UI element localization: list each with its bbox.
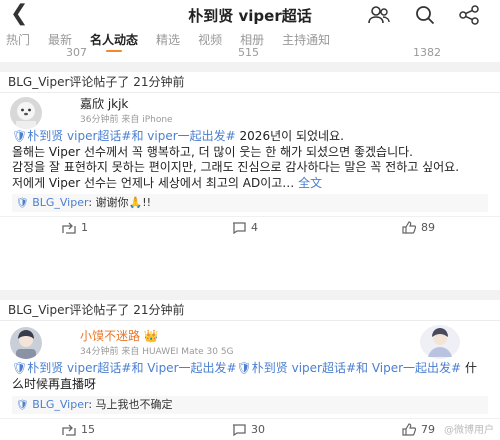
tab-latest[interactable]: 最新	[48, 31, 72, 49]
post-text-1: 2026년이 되었네요.	[235, 129, 344, 143]
previous-post-stats: 307 515 1382	[0, 48, 500, 62]
repost-icon	[62, 424, 76, 436]
post-text-2: 올해는 Viper 선수께서 꼭 행복하고, 더 많이 웃는 한 해가 되셨으면…	[12, 144, 413, 159]
post-meta: 34分钟前 来自 HUAWEI Mate 30 5G	[80, 347, 234, 357]
post-header: BLG_Viper评论帖子了 21分钟前	[8, 303, 185, 317]
reply-shield-icon: 🛡	[16, 198, 29, 209]
prev-comment-count: 515	[238, 48, 259, 59]
like-count: 89	[421, 221, 435, 234]
comment-icon	[233, 221, 246, 234]
comment-count: 30	[251, 423, 265, 436]
post-meta: 36分钟前 来自 iPhone	[80, 115, 173, 125]
topic-tag[interactable]: 🛡朴到贤 viper超话#和 Viper一起出发#🛡朴到贤 viper超话#和 …	[12, 361, 461, 375]
read-more-link[interactable]: 全文	[298, 176, 322, 190]
reply-box[interactable]: 🛡 BLG_Viper: 谢谢你🙏!!	[12, 194, 488, 212]
reply-box[interactable]: 🛡 BLG_Viper: 马上我也不确定	[12, 396, 488, 414]
like-count: 79	[421, 423, 435, 436]
watermark: @微博用户	[444, 425, 494, 436]
share-button[interactable]: 1	[62, 221, 88, 234]
like-button[interactable]: 79	[402, 423, 435, 436]
like-button[interactable]: 89	[402, 221, 435, 234]
action-bar: 15 30 79	[0, 418, 500, 440]
tab-album[interactable]: 相册	[240, 31, 264, 49]
reply-author[interactable]: BLG_Viper	[32, 398, 88, 411]
post-text-4: 저에게 Viper 선수는 언제나 세상에서 최고의 AD이고…	[12, 175, 299, 190]
reply-author[interactable]: BLG_Viper	[32, 196, 88, 209]
reply-shield-icon: 🛡	[16, 400, 29, 411]
post-card[interactable]: BLG_Viper评论帖子了 21分钟前 嘉欣 jkjk 36分钟前 来自 iP…	[0, 72, 500, 290]
search-icon[interactable]	[414, 4, 436, 26]
user-name[interactable]: 小馍不迷路 👑	[80, 327, 159, 344]
user-row: 嘉欣 jkjk 36分钟前 来自 iPhone	[0, 93, 500, 129]
tab-video[interactable]: 视频	[198, 31, 222, 49]
prev-like-count: 1382	[413, 48, 441, 59]
topic-tag[interactable]: 🛡朴到贤 viper超话#和 viper一起出发#	[12, 129, 236, 143]
post-header: BLG_Viper评论帖子了 21分钟前	[8, 75, 185, 89]
prev-share-count: 307	[66, 48, 87, 59]
decoration-card-icon	[420, 325, 460, 359]
section-gap	[0, 290, 500, 300]
top-bar: ❮ 朴到贤 viper超话	[0, 0, 500, 30]
reply-text: : 谢谢你🙏!!	[88, 196, 152, 209]
post-body: 🛡朴到贤 viper超话#和 viper一起出发# 2026년이 되었네요. 올…	[0, 129, 500, 191]
avatar[interactable]	[10, 327, 42, 359]
share-count: 1	[81, 221, 88, 234]
thumbs-up-icon	[402, 221, 416, 234]
share-icon[interactable]	[458, 4, 480, 26]
tab-hot[interactable]: 热门	[6, 31, 30, 49]
comment-icon	[233, 423, 246, 436]
repost-icon	[62, 222, 76, 234]
action-bar: 1 4 89	[0, 216, 500, 238]
share-count: 15	[81, 423, 95, 436]
comment-count: 4	[251, 221, 258, 234]
post-card[interactable]: BLG_Viper评论帖子了 21分钟前 小馍不迷路 👑 34分钟前 来自 HU…	[0, 300, 500, 440]
comment-button[interactable]: 4	[232, 221, 258, 234]
avatar[interactable]	[10, 97, 42, 129]
thumbs-up-icon	[402, 423, 416, 436]
people-icon[interactable]	[368, 4, 390, 26]
tab-celebrity[interactable]: 名人动态	[90, 31, 138, 52]
comment-button[interactable]: 30	[232, 423, 265, 436]
user-row: 小馍不迷路 👑 34分钟前 来自 HUAWEI Mate 30 5G	[0, 321, 500, 361]
reply-text: : 马上我也不确定	[88, 398, 173, 411]
share-button[interactable]: 15	[62, 423, 95, 436]
tab-host-notice[interactable]: 主持通知	[282, 31, 330, 49]
post-text-3: 감정을 잘 표현하지 못하는 편이지만, 그래도 진심으로 감사하다는 말은 꼭…	[12, 160, 460, 174]
user-name[interactable]: 嘉欣 jkjk	[80, 95, 128, 112]
post-body: 🛡朴到贤 viper超话#和 Viper一起出发#🛡朴到贤 viper超话#和 …	[0, 361, 500, 392]
tab-featured[interactable]: 精选	[156, 31, 180, 49]
tab-bar: 热门 最新 名人动态 精选 视频 相册 主持通知	[0, 30, 500, 52]
section-gap	[0, 62, 500, 72]
